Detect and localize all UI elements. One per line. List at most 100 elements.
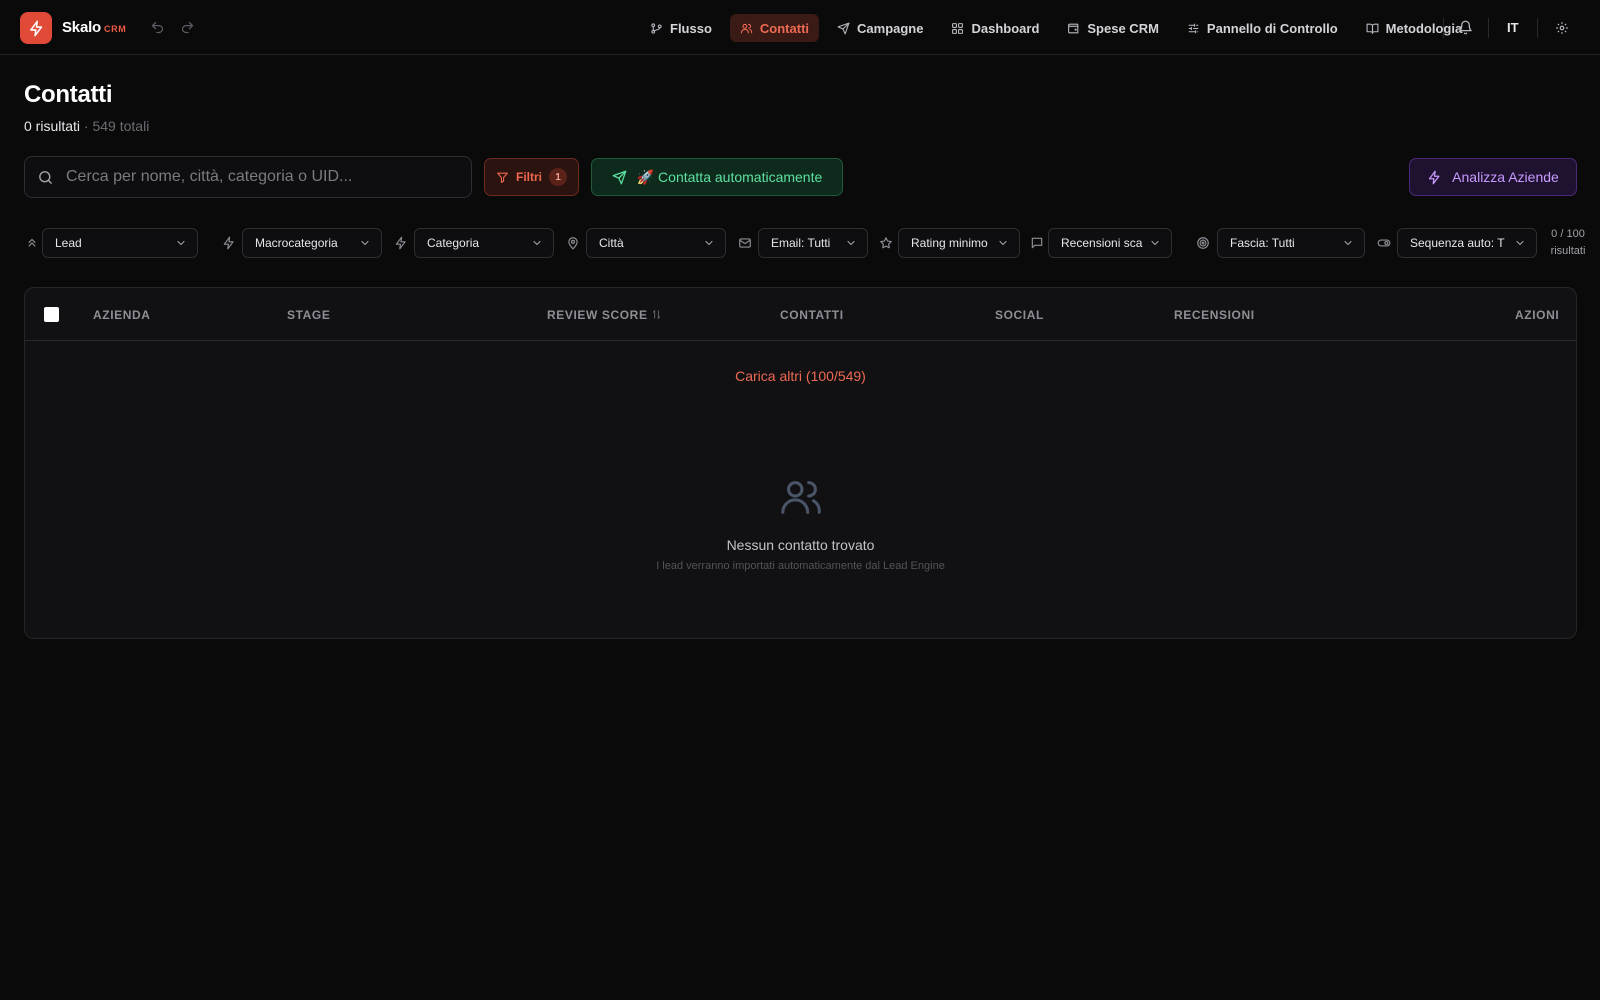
git-branch-icon <box>650 22 663 35</box>
empty-state-title: Nessun contatto trovato <box>726 537 875 553</box>
macrocategory-select[interactable]: Macrocategoria <box>242 228 382 258</box>
language-switch[interactable]: IT <box>1507 20 1519 35</box>
nav-label: Dashboard <box>971 20 1040 36</box>
table-header: AZIENDA STAGE REVIEW SCORE CONTATTI SOCI… <box>25 288 1576 341</box>
bell-icon[interactable] <box>1458 20 1473 35</box>
select-value: Rating minimo <box>911 236 988 250</box>
chevron-down-icon <box>359 237 371 249</box>
column-header-azioni: AZIONI <box>1515 308 1560 322</box>
empty-state-subtitle: I lead verranno importati automaticament… <box>656 560 945 572</box>
chevron-down-icon <box>1514 237 1526 249</box>
auto-sequence-select[interactable]: Sequenza auto: T <box>1397 228 1537 258</box>
nav-label: Pannello di Controllo <box>1206 20 1338 36</box>
results-count: 0 risultati <box>24 118 81 134</box>
nav-label: Contatti <box>759 20 810 36</box>
mail-icon <box>738 236 752 250</box>
nav-label: Campagne <box>857 20 924 36</box>
column-header-social[interactable]: SOCIAL <box>995 308 1044 322</box>
logo[interactable] <box>20 12 52 44</box>
load-more-button[interactable]: Carica altri (100/549) <box>25 368 1576 384</box>
results-counter-label: risultati <box>1550 245 1586 257</box>
analyze-label: Analizza Aziende <box>1452 169 1559 185</box>
send-icon <box>612 170 627 185</box>
search-input[interactable] <box>66 168 446 186</box>
sort-arrows-icon[interactable] <box>651 309 662 320</box>
brand-name: Skalo <box>62 19 102 36</box>
lead-stage-select[interactable]: Lead <box>42 228 198 258</box>
top-navigation-bar: Skalo CRM Flusso Contatti Campagne Dashb… <box>0 0 1600 55</box>
divider <box>1537 18 1538 38</box>
column-header-recensioni[interactable]: RECENSIONI <box>1174 308 1255 322</box>
chevron-down-icon <box>703 237 715 249</box>
auto-contact-button[interactable]: 🚀 Contatta automaticamente <box>591 158 843 196</box>
contacts-table: AZIENDA STAGE REVIEW SCORE CONTATTI SOCI… <box>24 287 1577 639</box>
rating-select[interactable]: Rating minimo <box>898 228 1020 258</box>
city-select[interactable]: Città <box>586 228 726 258</box>
select-value: Lead <box>55 236 82 250</box>
zap-icon <box>28 20 45 37</box>
nav-item-campagne[interactable]: Campagne <box>827 14 933 42</box>
search-box <box>24 156 472 198</box>
users-icon <box>778 474 824 520</box>
select-all-checkbox[interactable] <box>44 307 59 322</box>
nav-label: Flusso <box>670 20 712 36</box>
select-value: Recensioni sca <box>1061 236 1143 250</box>
nav-label: Spese CRM <box>1087 20 1159 36</box>
main-nav: Flusso Contatti Campagne Dashboard Spese… <box>640 14 1480 42</box>
column-header-review-score[interactable]: REVIEW SCORE <box>547 308 662 322</box>
brand-tag: CRM <box>104 24 127 34</box>
redo-icon[interactable] <box>180 20 195 35</box>
select-value: Fascia: Tutti <box>1230 236 1295 250</box>
filters-button[interactable]: Filtri 1 <box>484 158 579 196</box>
separator: · <box>83 118 89 134</box>
undo-icon[interactable] <box>150 20 165 35</box>
star-icon <box>879 236 893 250</box>
zap-icon <box>222 236 236 250</box>
send-icon <box>837 22 850 35</box>
result-summary: 0 risultati · 549 totali <box>24 118 149 134</box>
filter-icon <box>496 171 509 184</box>
band-select[interactable]: Fascia: Tutti <box>1217 228 1365 258</box>
gear-icon[interactable] <box>1555 21 1569 35</box>
zap-icon <box>394 236 408 250</box>
select-value: Città <box>599 236 624 250</box>
search-icon <box>37 169 54 186</box>
users-icon <box>740 22 753 35</box>
reviews-select[interactable]: Recensioni sca <box>1048 228 1172 258</box>
sliders-icon <box>1187 22 1200 35</box>
select-value: Categoria <box>427 236 480 250</box>
divider <box>1443 18 1444 38</box>
toggle-icon <box>1377 236 1391 250</box>
book-open-icon <box>1366 22 1379 35</box>
nav-label: Metodologia <box>1385 20 1463 36</box>
message-square-icon <box>1030 236 1044 250</box>
nav-item-dashboard[interactable]: Dashboard <box>941 14 1049 42</box>
nav-item-metodologia[interactable]: Metodologia <box>1356 14 1473 42</box>
column-header-contatti[interactable]: CONTATTI <box>780 308 844 322</box>
email-select[interactable]: Email: Tutti <box>758 228 868 258</box>
select-value: Sequenza auto: T <box>1410 236 1505 250</box>
select-value: Email: Tutti <box>771 236 831 250</box>
analyze-companies-button[interactable]: Analizza Aziende <box>1409 158 1577 196</box>
category-select[interactable]: Categoria <box>414 228 554 258</box>
map-pin-icon <box>566 236 580 250</box>
zap-icon <box>1427 170 1442 185</box>
results-counter: 0 / 100 risultati <box>1546 226 1590 260</box>
nav-item-flusso[interactable]: Flusso <box>640 14 722 42</box>
target-icon <box>1196 236 1210 250</box>
auto-contact-label: 🚀 Contatta automaticamente <box>636 168 823 185</box>
nav-item-spese-crm[interactable]: Spese CRM <box>1057 14 1169 42</box>
column-header-stage[interactable]: STAGE <box>287 308 330 322</box>
chevron-down-icon <box>175 237 187 249</box>
chevron-down-icon <box>845 237 857 249</box>
chevron-down-icon <box>1149 237 1161 249</box>
page-title: Contatti <box>24 81 113 108</box>
chevron-down-icon <box>997 237 1009 249</box>
select-value: Macrocategoria <box>255 236 338 250</box>
layout-grid-icon <box>951 22 964 35</box>
chevrons-up-icon <box>25 236 39 250</box>
column-header-azienda[interactable]: AZIENDA <box>93 308 151 322</box>
nav-item-pannello-di-controllo[interactable]: Pannello di Controllo <box>1177 14 1348 42</box>
total-count: 549 totali <box>92 118 150 134</box>
nav-item-contatti[interactable]: Contatti <box>729 14 820 42</box>
